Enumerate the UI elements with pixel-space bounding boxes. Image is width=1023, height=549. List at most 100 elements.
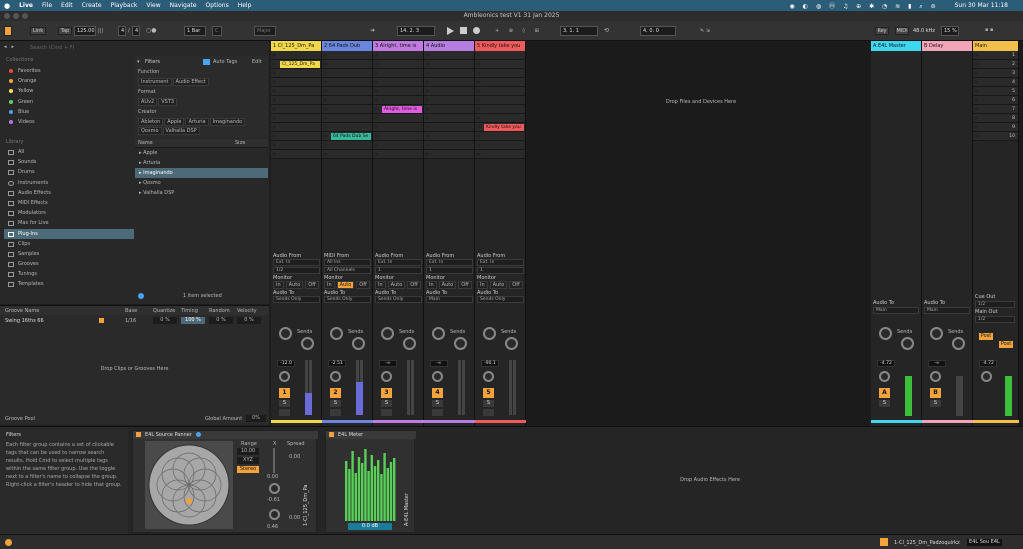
clip-launch-icon[interactable] — [375, 62, 379, 66]
groove-hot-swap-icon[interactable] — [99, 318, 104, 323]
send-b-knob[interactable] — [454, 337, 467, 350]
clip-launch-icon[interactable] — [477, 80, 481, 84]
clip-slot[interactable] — [271, 69, 321, 78]
clip-launch-icon[interactable] — [477, 116, 481, 120]
scene-slot[interactable]: 5 — [973, 87, 1018, 96]
arm-button[interactable] — [432, 409, 443, 416]
output-select[interactable]: Sends Only — [273, 296, 320, 303]
clip-launch-icon[interactable] — [477, 125, 481, 129]
track-activator-button[interactable]: 2 — [330, 388, 341, 398]
groove-velocity[interactable]: 0 % — [237, 317, 261, 324]
arm-button[interactable] — [483, 409, 494, 416]
scene-slot[interactable]: 9 — [973, 123, 1018, 132]
menu-navigate[interactable]: Navigate — [170, 2, 197, 9]
monitor-auto-button[interactable]: Auto — [285, 281, 304, 289]
transport-extras-icons[interactable]: + ⊕ ◊ ⊞ — [495, 28, 543, 34]
tag-imaginando[interactable]: Imaginando — [209, 118, 246, 126]
clip-launch-icon[interactable] — [273, 134, 277, 138]
clip-slot[interactable]: Cl_125_Dm_Pa — [271, 60, 321, 69]
monitor-in-button[interactable]: In — [477, 281, 488, 289]
input-source-select[interactable]: Ext. In — [477, 259, 524, 266]
clip-slot[interactable] — [373, 78, 423, 87]
tempo-field[interactable]: 125.00 — [74, 26, 96, 36]
clip-launch-icon[interactable] — [426, 152, 430, 156]
clip-slot[interactable] — [475, 69, 525, 78]
list-item[interactable]: ▸ Apple — [135, 148, 268, 158]
clip-slot[interactable] — [475, 51, 525, 60]
clip-launch-icon[interactable] — [324, 134, 328, 138]
solo-button[interactable]: S — [279, 400, 290, 407]
clip-launch-icon[interactable] — [273, 143, 277, 147]
clip-slot[interactable] — [322, 60, 372, 69]
clip-launch-icon[interactable] — [273, 89, 277, 93]
library-clips[interactable]: Clips — [4, 239, 134, 249]
x-slider[interactable] — [273, 448, 275, 473]
clip-slot[interactable] — [322, 78, 372, 87]
track-title[interactable]: Main — [973, 41, 1018, 51]
monitor-off-button[interactable]: Off — [356, 281, 370, 289]
output-select[interactable]: Main — [426, 296, 473, 303]
panner-display[interactable] — [145, 441, 233, 529]
clip-slot[interactable] — [424, 150, 474, 159]
z-knob[interactable] — [269, 509, 280, 520]
input-source-select[interactable]: Ext. In — [273, 259, 320, 266]
clip[interactable]: Cl_125_Dm_Pa — [280, 61, 320, 68]
scene-launch-icon[interactable] — [975, 53, 979, 57]
clip-launch-icon[interactable] — [273, 152, 277, 156]
monitor-auto-button[interactable]: Auto — [387, 281, 406, 289]
clip-slot[interactable] — [424, 60, 474, 69]
clip-slot[interactable] — [475, 87, 525, 96]
clip-slot[interactable] — [424, 132, 474, 141]
clip-slot[interactable] — [322, 96, 372, 105]
loop-icon[interactable]: ⟲ — [604, 27, 609, 34]
clip-launch-icon[interactable] — [324, 53, 328, 57]
solo-button[interactable]: S — [879, 400, 890, 407]
metronome-icon[interactable]: ||| — [98, 28, 103, 34]
scene-slot[interactable]: 7 — [973, 105, 1018, 114]
clip-launch-icon[interactable] — [477, 152, 481, 156]
clip-slot[interactable] — [475, 105, 525, 114]
clip-slot[interactable] — [373, 114, 423, 123]
solo-button[interactable]: S — [381, 400, 392, 407]
list-item[interactable]: ▸ Valhalla DSP — [135, 188, 268, 198]
clip-launch-icon[interactable] — [273, 71, 277, 75]
send-a-knob[interactable] — [930, 327, 943, 340]
clip-launch-icon[interactable] — [324, 116, 328, 120]
scene-launch-icon[interactable] — [975, 98, 979, 102]
send-b-knob[interactable] — [901, 337, 914, 350]
send-b-knob[interactable] — [403, 337, 416, 350]
clip-slot[interactable] — [373, 51, 423, 60]
clip-slot[interactable] — [424, 69, 474, 78]
clip-launch-icon[interactable] — [477, 98, 481, 102]
track-title[interactable]: B Delay — [922, 41, 972, 51]
clip-slot[interactable] — [424, 51, 474, 60]
edit-filters-button[interactable]: Edit — [252, 59, 262, 65]
clip-launch-icon[interactable] — [426, 98, 430, 102]
main-pan-knob[interactable] — [981, 371, 992, 382]
track-activator-button[interactable]: 3 — [381, 388, 392, 398]
clip-launch-icon[interactable] — [324, 80, 328, 84]
volume-field[interactable]: -90.1 — [481, 360, 499, 367]
pan-knob[interactable] — [330, 371, 341, 382]
clip-launch-icon[interactable] — [426, 89, 430, 93]
monitor-off-button[interactable]: Off — [407, 281, 421, 289]
input-source-select[interactable]: All Ins — [324, 259, 371, 266]
library-audio-effects[interactable]: Audio Effects — [4, 188, 134, 198]
loop-length-field[interactable]: 4. 0. 0 — [640, 26, 676, 36]
tag-vst3[interactable]: VST3 — [158, 98, 178, 106]
pan-knob[interactable] — [279, 371, 290, 382]
input-channel-select[interactable]: 1 — [477, 267, 524, 274]
spread-value[interactable]: 0.00 — [289, 454, 300, 460]
tag-auv2[interactable]: AUv2 — [138, 98, 158, 106]
clip-launch-icon[interactable] — [426, 71, 430, 75]
library-all[interactable]: All — [4, 147, 134, 157]
clip-slot[interactable] — [322, 51, 372, 60]
output-select[interactable]: Main — [873, 307, 919, 314]
clip-slot[interactable] — [271, 51, 321, 60]
output-select[interactable]: Sends Only — [375, 296, 422, 303]
library-sounds[interactable]: Sounds — [4, 157, 134, 167]
library-drums[interactable]: Drums — [4, 167, 134, 177]
clip-launch-icon[interactable] — [426, 116, 430, 120]
forward-arrow-icon[interactable]: ▸ — [12, 44, 15, 50]
clip-slot[interactable] — [373, 96, 423, 105]
